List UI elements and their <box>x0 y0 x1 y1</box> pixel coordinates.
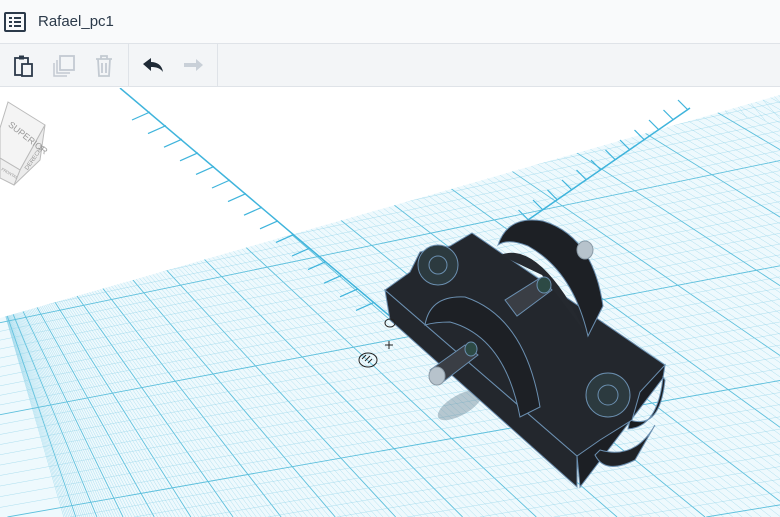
grid-line <box>30 95 45 97</box>
grid-line <box>0 95 25 96</box>
grid-line <box>765 95 780 97</box>
grid-line <box>598 95 603 100</box>
redo-button[interactable] <box>173 44 213 87</box>
grid-line <box>549 88 550 94</box>
paste-button[interactable] <box>4 44 44 87</box>
duplicate-button[interactable] <box>44 44 84 87</box>
grid-line <box>0 95 434 195</box>
ruler-tick <box>195 165 215 175</box>
redo-icon <box>184 58 203 71</box>
grid-line <box>0 95 17 98</box>
workplane-canvas[interactable]: SUPERIOR DERECHA FRONTAL <box>0 88 780 517</box>
grid-line <box>0 95 48 103</box>
ruler-tick <box>677 99 689 111</box>
undo-button[interactable] <box>133 44 173 87</box>
ruler-tick <box>211 179 231 189</box>
grid-line <box>630 95 639 104</box>
delete-button[interactable] <box>84 44 124 87</box>
undo-icon <box>143 57 163 72</box>
ruler-tick <box>227 193 247 203</box>
list-icon[interactable] <box>4 11 26 32</box>
grid-line <box>0 88 4 89</box>
grid-line <box>99 88 100 89</box>
grid-line <box>4 95 26 101</box>
grid-line <box>85 88 88 90</box>
clipboard-icon <box>14 55 33 77</box>
ruler-tick <box>259 220 279 230</box>
ruler-tick <box>243 206 263 216</box>
ruler-tick <box>648 119 660 131</box>
grid-line <box>71 88 76 92</box>
grid-line <box>693 95 711 113</box>
grid-line <box>0 95 465 202</box>
grid-line <box>708 95 729 116</box>
view-cube[interactable]: SUPERIOR DERECHA FRONTAL <box>0 101 50 186</box>
ruler-tick <box>179 152 199 162</box>
grid-line <box>0 95 374 183</box>
grid-line <box>565 95 568 96</box>
grid-line <box>0 88 9 93</box>
grid-line <box>0 95 498 209</box>
boss <box>417 244 459 286</box>
boss <box>585 372 631 418</box>
grid-line <box>17 95 36 99</box>
grid-line <box>44 88 55 95</box>
ruler-tick <box>663 109 674 121</box>
ruler-tick <box>147 125 167 135</box>
trash-icon <box>96 54 112 77</box>
duplicate-icon <box>53 54 75 77</box>
grid-line <box>0 95 403 189</box>
grid-line <box>0 88 14 92</box>
toolbar <box>0 44 780 87</box>
peg <box>428 366 446 386</box>
project-title[interactable]: Rafael_pc1 <box>38 13 114 30</box>
grid-line <box>582 95 586 98</box>
grid-line <box>614 95 621 102</box>
ruler-tick <box>131 111 151 121</box>
title-bar: Rafael_pc1 <box>0 0 780 44</box>
ruler-tick <box>163 138 183 148</box>
grid-line <box>0 95 36 100</box>
grid-line <box>58 88 66 93</box>
grid-line <box>646 95 656 106</box>
grid-line <box>662 95 674 108</box>
